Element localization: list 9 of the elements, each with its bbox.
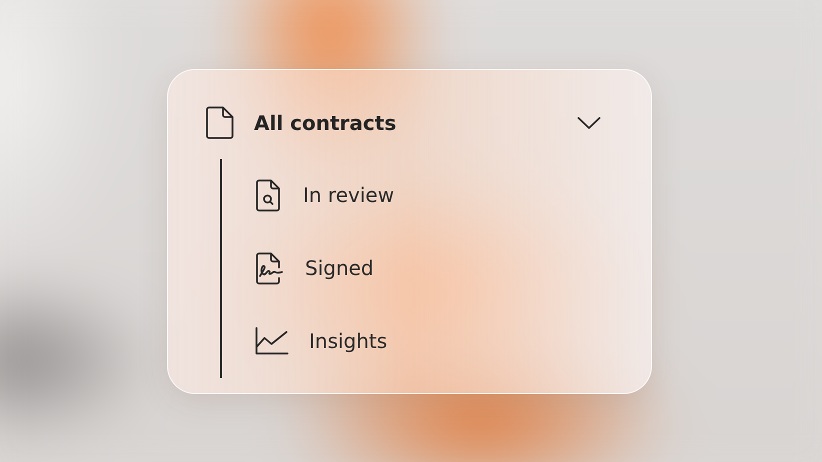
- menu-item[interactable]: Signed: [305, 256, 374, 280]
- document-signature-icon: [255, 252, 285, 284]
- line-chart-icon: [255, 327, 289, 355]
- chevron-icon[interactable]: [577, 116, 601, 130]
- document-search-icon: [255, 178, 283, 212]
- document-icon: [206, 106, 234, 139]
- menu-title[interactable]: All contracts: [254, 110, 577, 134]
- menu-item[interactable]: In review: [303, 183, 394, 207]
- menu-item[interactable]: Insights: [309, 329, 388, 353]
